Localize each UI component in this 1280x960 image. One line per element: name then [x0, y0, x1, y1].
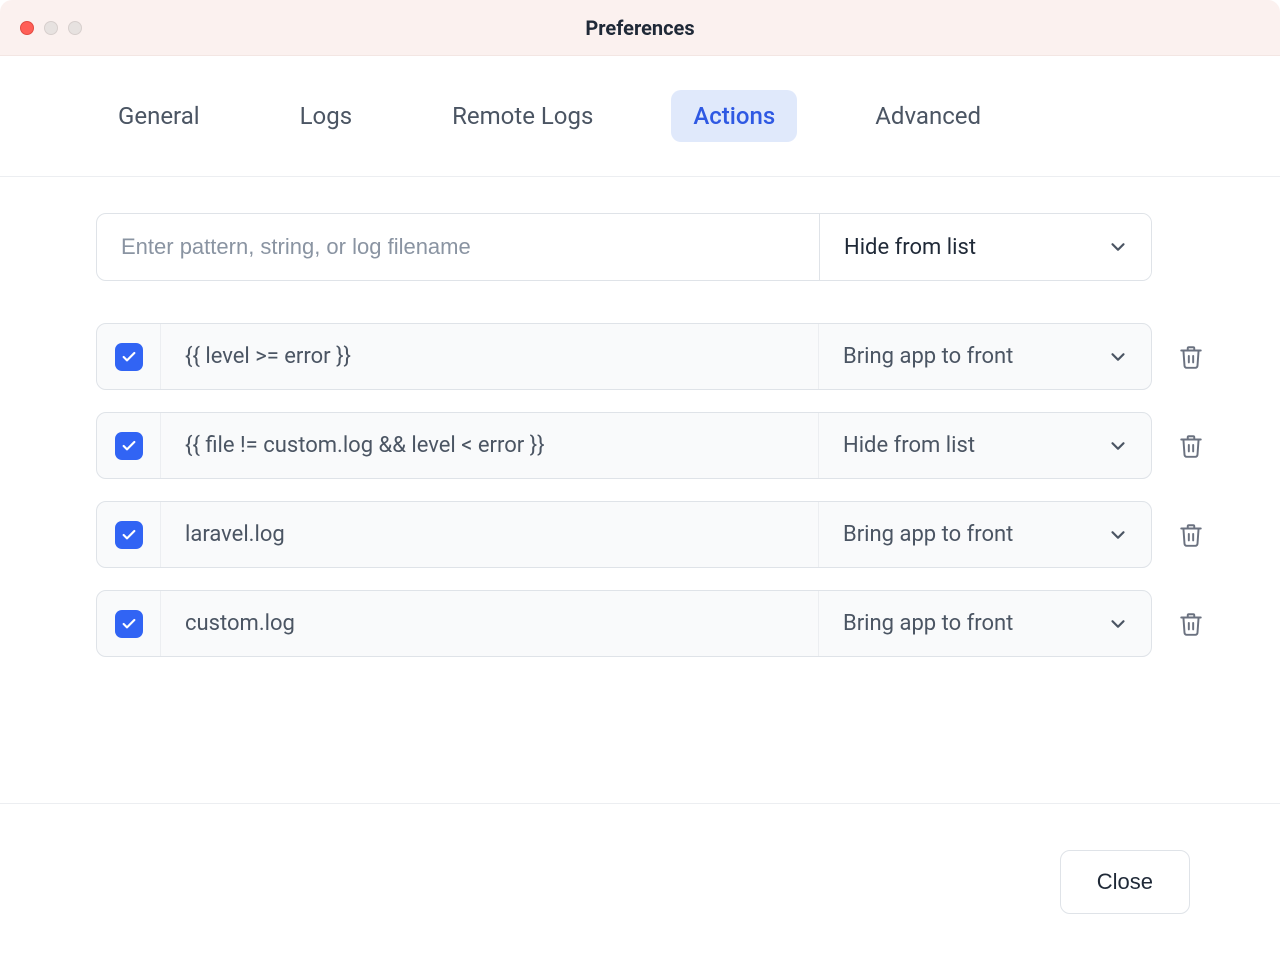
new-rule-action-label: Hide from list	[844, 235, 976, 260]
rule-pattern[interactable]: {{ level >= error }}	[161, 324, 819, 389]
tab-actions[interactable]: Actions	[671, 90, 797, 142]
rule-action-select[interactable]: Bring app to front	[819, 591, 1151, 656]
tab-general[interactable]: General	[96, 90, 222, 142]
rule-enabled-cell	[97, 591, 161, 656]
rule-enabled-cell	[97, 502, 161, 567]
check-icon	[121, 527, 137, 543]
rule-action-select[interactable]: Bring app to front	[819, 502, 1151, 567]
delete-rule-button[interactable]	[1178, 433, 1204, 459]
pattern-input[interactable]	[97, 214, 819, 280]
chevron-down-icon	[1107, 613, 1129, 635]
rule-enabled-cell	[97, 413, 161, 478]
rule-pattern[interactable]: {{ file != custom.log && level < error }…	[161, 413, 819, 478]
rule-row: {{ file != custom.log && level < error }…	[96, 412, 1152, 479]
rule-line: laravel.log Bring app to front	[96, 501, 1204, 568]
rule-line: {{ level >= error }} Bring app to front	[96, 323, 1204, 390]
check-icon	[121, 438, 137, 454]
close-button[interactable]: Close	[1060, 850, 1190, 914]
tab-logs[interactable]: Logs	[278, 90, 374, 142]
chevron-down-icon	[1107, 236, 1129, 258]
rule-action-select[interactable]: Bring app to front	[819, 324, 1151, 389]
window-minimize-button[interactable]	[44, 21, 58, 35]
rule-enabled-checkbox[interactable]	[115, 343, 143, 371]
delete-rule-button[interactable]	[1178, 344, 1204, 370]
rule-enabled-cell	[97, 324, 161, 389]
window-title: Preferences	[0, 16, 1280, 40]
rule-row: laravel.log Bring app to front	[96, 501, 1152, 568]
new-rule-action-select[interactable]: Hide from list	[819, 214, 1151, 280]
rule-row: {{ level >= error }} Bring app to front	[96, 323, 1152, 390]
titlebar: Preferences	[0, 0, 1280, 56]
traffic-lights	[20, 21, 82, 35]
trash-icon	[1178, 433, 1204, 459]
trash-icon	[1178, 522, 1204, 548]
delete-rule-button[interactable]	[1178, 522, 1204, 548]
rule-pattern[interactable]: custom.log	[161, 591, 819, 656]
check-icon	[121, 616, 137, 632]
chevron-down-icon	[1107, 346, 1129, 368]
new-rule-row: Hide from list	[96, 213, 1152, 281]
footer: Close	[0, 803, 1280, 960]
rule-enabled-checkbox[interactable]	[115, 432, 143, 460]
window-close-button[interactable]	[20, 21, 34, 35]
rule-row: custom.log Bring app to front	[96, 590, 1152, 657]
rule-action-select[interactable]: Hide from list	[819, 413, 1151, 478]
window-zoom-button[interactable]	[68, 21, 82, 35]
check-icon	[121, 349, 137, 365]
preferences-window: Preferences General Logs Remote Logs Action…	[0, 0, 1280, 960]
tab-advanced[interactable]: Advanced	[853, 90, 1003, 142]
rule-action-label: Hide from list	[843, 433, 975, 458]
rule-line: {{ file != custom.log && level < error }…	[96, 412, 1204, 479]
chevron-down-icon	[1107, 524, 1129, 546]
trash-icon	[1178, 344, 1204, 370]
rule-action-label: Bring app to front	[843, 611, 1013, 636]
tab-remote-logs[interactable]: Remote Logs	[430, 90, 615, 142]
rule-action-label: Bring app to front	[843, 344, 1013, 369]
actions-panel: Hide from list {{ level >= error }} Bring…	[0, 177, 1280, 803]
rule-enabled-checkbox[interactable]	[115, 610, 143, 638]
rule-enabled-checkbox[interactable]	[115, 521, 143, 549]
rule-action-label: Bring app to front	[843, 522, 1013, 547]
rule-pattern[interactable]: laravel.log	[161, 502, 819, 567]
tabs-bar: General Logs Remote Logs Actions Advanced	[0, 56, 1280, 177]
trash-icon	[1178, 611, 1204, 637]
delete-rule-button[interactable]	[1178, 611, 1204, 637]
chevron-down-icon	[1107, 435, 1129, 457]
rule-line: custom.log Bring app to front	[96, 590, 1204, 657]
